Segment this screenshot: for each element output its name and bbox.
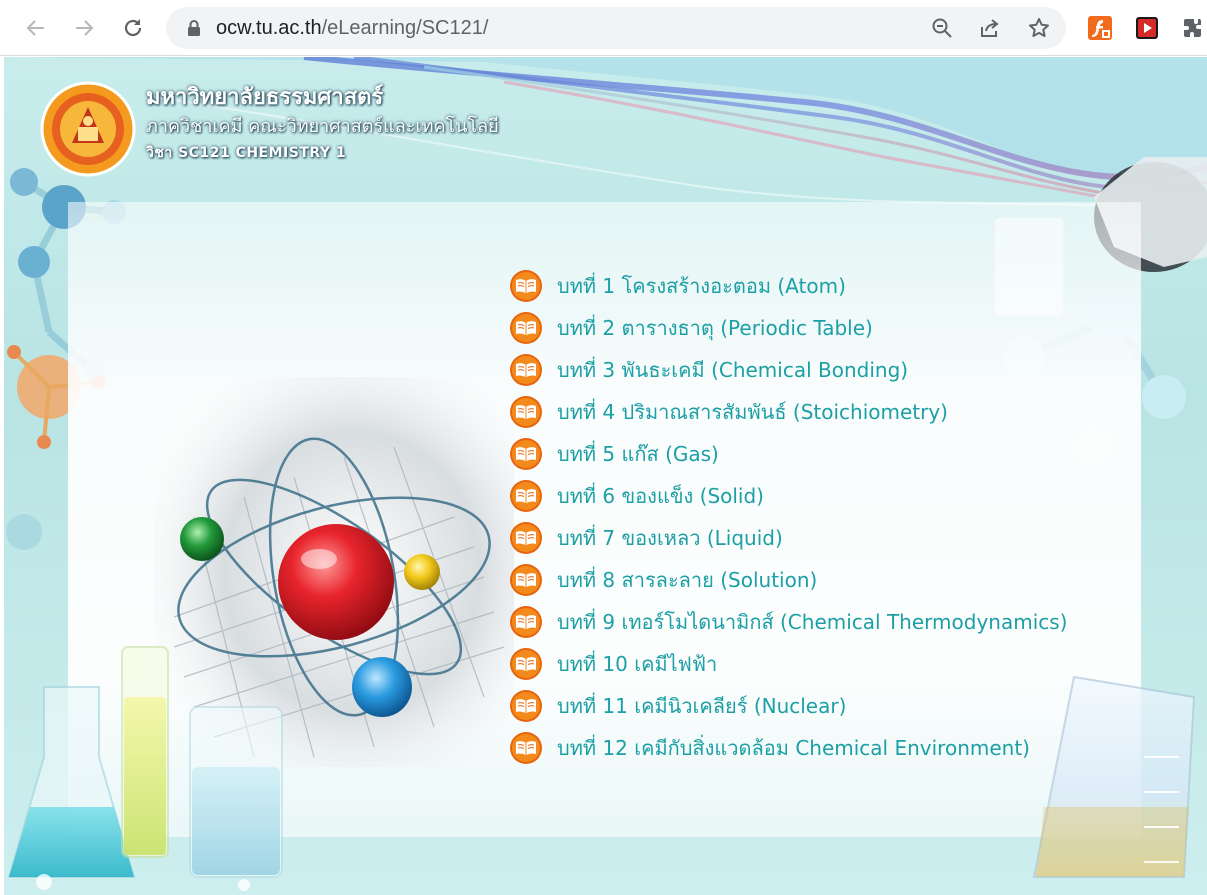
book-icon [510,648,542,680]
chapter-list: บทที่ 1 โครงสร้างอะตอม (Atom) บทที่ 2 ตา… [509,265,1067,769]
url-host: ocw.tu.ac.th [216,17,322,39]
lock-icon [188,20,200,36]
chapter-link-2[interactable]: บทที่ 2 ตารางธาตุ (Periodic Table) [509,307,1067,349]
book-icon [510,522,542,554]
reload-button[interactable] [119,14,147,42]
course-name: วิชา SC121 CHEMISTRY 1 [146,145,347,161]
browser-toolbar: ocw.tu.ac.th/eLearning/SC121/ [0,0,1207,56]
bookmark-button[interactable] [1027,16,1051,40]
chapter-label: บทที่ 5 แก๊ส (Gas) [557,442,719,466]
chapter-link-10[interactable]: บทที่ 10 เคมีไฟฟ้า [509,643,1067,685]
page-content: มหาวิทยาลัยธรรมศาสตร์ ภาควิชาเคมี คณะวิท… [4,57,1207,895]
share-icon [981,19,999,37]
university-name: มหาวิทยาลัยธรรมศาสตร์ [146,85,384,110]
department-name: ภาควิชาเคมี คณะวิทยาศาสตร์และเทคโนโลยี [146,116,499,137]
book-icon [510,312,542,344]
chapter-link-8[interactable]: บทที่ 8 สารละลาย (Solution) [509,559,1067,601]
chapter-label: บทที่ 2 ตารางธาตุ (Periodic Table) [557,316,873,340]
reload-icon [124,19,142,37]
chapter-label: บทที่ 8 สารละลาย (Solution) [557,568,818,592]
chapter-label: บทที่ 11 เคมีนิวเคลียร์ (Nuclear) [557,694,847,718]
arrow-right-icon [76,20,94,36]
book-icon [510,564,542,596]
puzzle-icon[interactable] [1181,16,1205,40]
chapter-label: บทที่ 7 ของเหลว (Liquid) [557,526,783,550]
chapter-label: บทที่ 9 เทอร์โมไดนามิกส์ (Chemical Therm… [557,610,1068,634]
url-text[interactable]: ocw.tu.ac.th/eLearning/SC121/ [216,17,488,40]
book-icon [510,438,542,470]
book-icon [510,270,542,302]
back-button[interactable] [22,14,50,42]
book-icon [510,354,542,386]
chapter-link-11[interactable]: บทที่ 11 เคมีนิวเคลียร์ (Nuclear) [509,685,1067,727]
url-path: /eLearning/SC121/ [321,17,489,39]
glassware-decoration [7,646,283,891]
star-icon [1029,18,1049,37]
chapter-link-12[interactable]: บทที่ 12 เคมีกับสิ่งแวดล้อม Chemical Env… [509,727,1067,769]
zoom-out-icon [932,18,952,38]
chapter-link-1[interactable]: บทที่ 1 โครงสร้างอะตอม (Atom) [509,265,1067,307]
video-extension-icon[interactable] [1135,16,1159,40]
chapter-link-6[interactable]: บทที่ 6 ของแข็ง (Solid) [509,475,1067,517]
forward-button[interactable] [70,14,98,42]
flash-extension-icon[interactable] [1088,16,1112,40]
zoom-button[interactable] [930,16,954,40]
chapter-label: บทที่ 12 เคมีกับสิ่งแวดล้อม Chemical Env… [557,736,1030,760]
chapter-label: บทที่ 6 ของแข็ง (Solid) [557,484,764,508]
arrow-left-icon [26,20,44,36]
book-icon [510,732,542,764]
address-bar[interactable]: ocw.tu.ac.th/eLearning/SC121/ [166,7,1066,49]
site-header: มหาวิทยาลัยธรรมศาสตร์ ภาควิชาเคมี คณะวิท… [146,83,499,165]
chapter-link-4[interactable]: บทที่ 4 ปริมาณสารสัมพันธ์ (Stoichiometry… [509,391,1067,433]
share-button[interactable] [978,16,1002,40]
book-icon [510,690,542,722]
chapter-label: บทที่ 10 เคมีไฟฟ้า [557,652,718,676]
chapter-label: บทที่ 1 โครงสร้างอะตอม (Atom) [557,274,846,298]
university-logo [40,81,136,177]
chapter-label: บทที่ 4 ปริมาณสารสัมพันธ์ (Stoichiometry… [557,400,948,424]
chapter-link-7[interactable]: บทที่ 7 ของเหลว (Liquid) [509,517,1067,559]
chapter-link-9[interactable]: บทที่ 9 เทอร์โมไดนามิกส์ (Chemical Therm… [509,601,1067,643]
book-icon [510,480,542,512]
book-icon [510,396,542,428]
book-icon [510,606,542,638]
chapter-link-5[interactable]: บทที่ 5 แก๊ส (Gas) [509,433,1067,475]
chapter-label: บทที่ 3 พันธะเคมี (Chemical Bonding) [557,358,909,382]
chapter-link-3[interactable]: บทที่ 3 พันธะเคมี (Chemical Bonding) [509,349,1067,391]
